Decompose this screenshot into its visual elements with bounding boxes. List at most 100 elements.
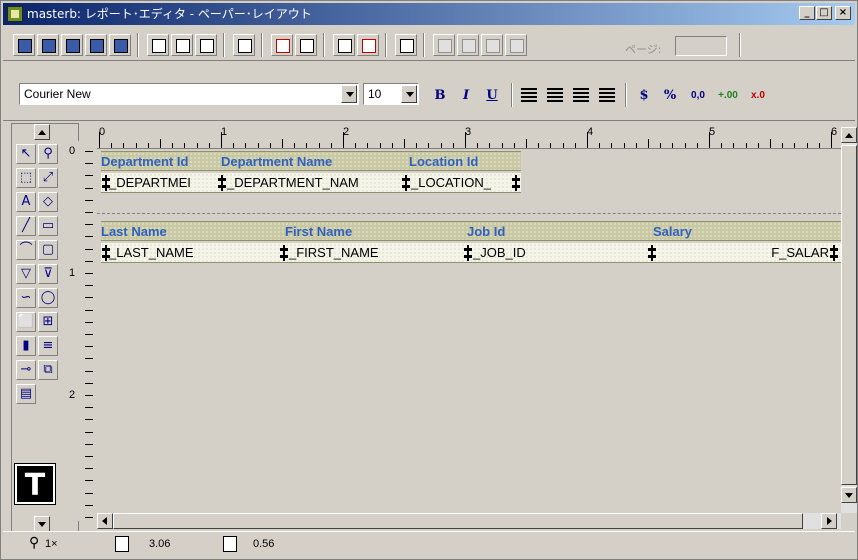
master-field-band[interactable]: _DEPARTMEI _DEPARTMENT_NAM _LOCATION_ <box>101 173 521 193</box>
frame-tool-icon[interactable]: ⬜ <box>16 312 36 332</box>
font-name-select[interactable]: Courier New <box>19 83 359 105</box>
title-bar[interactable]: masterb: レポート･エディタ - ペーパー･レイアウト _ □ × <box>3 3 855 25</box>
label-department-id[interactable]: Department Id <box>101 152 188 172</box>
master-header-band[interactable]: Department Id Department Name Location I… <box>101 151 521 171</box>
freehand-tool-icon[interactable]: ∽ <box>16 288 36 308</box>
rotate-tool-icon[interactable]: ⤢ <box>38 168 58 188</box>
page-number-input[interactable] <box>675 36 727 56</box>
minimize-button[interactable]: _ <box>799 6 815 20</box>
margin-icon[interactable] <box>233 34 255 56</box>
align-center-icon[interactable] <box>547 88 563 103</box>
scroll-thumb[interactable] <box>113 513 803 529</box>
resize-handle-icon[interactable] <box>217 175 227 191</box>
palette-scroll-down[interactable] <box>34 516 50 532</box>
web-source-icon[interactable] <box>37 34 59 56</box>
first-page-icon[interactable] <box>433 34 455 56</box>
polygon-tool-icon[interactable]: ▽ <box>16 264 36 284</box>
justify-icon[interactable] <box>599 88 615 103</box>
label-salary[interactable]: Salary <box>653 222 692 242</box>
scroll-thumb[interactable] <box>841 145 857 485</box>
link-tool-icon[interactable]: ⊸ <box>16 360 36 380</box>
select-tool-icon[interactable]: ↖ <box>16 144 36 164</box>
field-department-id[interactable]: _DEPARTMEI <box>109 173 191 193</box>
field-salary[interactable]: F_SALAR <box>771 243 829 263</box>
underline-button[interactable]: U <box>481 85 503 107</box>
reshape-tool-icon[interactable]: ◇ <box>38 192 58 212</box>
scroll-down-button[interactable] <box>841 487 857 503</box>
remove-decimal-button[interactable]: x.0 <box>747 85 769 107</box>
flex-mode-icon[interactable] <box>295 34 317 56</box>
button-tool-icon[interactable]: ▤ <box>16 384 36 404</box>
previous-page-icon[interactable] <box>457 34 479 56</box>
text-format-icon[interactable]: T <box>14 463 56 505</box>
close-button[interactable]: × <box>835 6 851 20</box>
text-tool-icon[interactable]: A <box>16 192 36 212</box>
align-left-icon[interactable] <box>521 88 537 103</box>
rectangle-tool-icon[interactable]: ▭ <box>38 216 58 236</box>
chevron-down-icon[interactable] <box>401 85 417 103</box>
next-page-icon[interactable] <box>481 34 503 56</box>
detail-header-band[interactable]: Last Name First Name Job Id Salary <box>101 221 841 241</box>
font-size-select[interactable]: 10 <box>363 83 419 105</box>
scroll-left-button[interactable] <box>97 513 113 529</box>
field-first-name[interactable]: _FIRST_NAME <box>289 243 379 263</box>
label-first-name[interactable]: First Name <box>285 222 352 242</box>
palette-scroll-up[interactable] <box>34 124 50 140</box>
vertical-scrollbar[interactable] <box>841 127 857 513</box>
field-department-name[interactable]: _DEPARTMENT_NAM <box>227 173 359 193</box>
confine-mode-icon[interactable] <box>271 34 293 56</box>
scroll-right-button[interactable] <box>821 513 837 529</box>
currency-button[interactable]: $ <box>633 85 655 107</box>
align-objects-icon[interactable] <box>395 34 417 56</box>
resize-handle-icon[interactable] <box>463 245 473 261</box>
last-page-icon[interactable] <box>505 34 527 56</box>
select-parent-frame-icon[interactable] <box>333 34 355 56</box>
chart-tool-icon[interactable]: ▮ <box>16 336 36 356</box>
resize-handle-icon[interactable] <box>829 245 839 261</box>
percent-button[interactable]: % <box>659 85 681 107</box>
polyline-tool-icon[interactable]: ⊽ <box>38 264 58 284</box>
app-icon[interactable] <box>7 6 23 22</box>
label-last-name[interactable]: Last Name <box>101 222 167 242</box>
add-decimal-button[interactable]: +.00 <box>717 85 739 107</box>
resize-handle-icon[interactable] <box>511 175 521 191</box>
header-section-icon[interactable] <box>147 34 169 56</box>
ruler-tick <box>221 132 222 148</box>
main-section-icon[interactable] <box>171 34 193 56</box>
resize-handle-icon[interactable] <box>401 175 411 191</box>
align-right-icon[interactable] <box>573 88 589 103</box>
data-model-icon[interactable] <box>13 34 35 56</box>
field-tool-icon[interactable]: ≡ <box>38 336 58 356</box>
paper-design-icon[interactable] <box>85 34 107 56</box>
bold-button[interactable]: B <box>429 85 451 107</box>
italic-button[interactable]: I <box>455 85 477 107</box>
line-tool-icon[interactable]: ╱ <box>16 216 36 236</box>
parameter-form-icon[interactable] <box>109 34 131 56</box>
rounded-rectangle-tool-icon[interactable]: ▢ <box>38 240 58 260</box>
resize-handle-icon[interactable] <box>647 245 657 261</box>
ellipse-tool-icon[interactable]: ◯ <box>38 288 58 308</box>
detail-field-band[interactable]: _LAST_NAME _FIRST_NAME _JOB_ID F_SALAR <box>101 243 841 263</box>
arc-tool-icon[interactable]: ⌒ <box>16 240 36 260</box>
label-location-id[interactable]: Location Id <box>409 152 478 172</box>
paper-layout-icon[interactable] <box>61 34 83 56</box>
label-job-id[interactable]: Job Id <box>467 222 505 242</box>
field-last-name[interactable]: _LAST_NAME <box>109 243 194 263</box>
chevron-down-icon[interactable] <box>341 85 357 103</box>
magnify-tool-icon[interactable]: ⚲ <box>38 144 58 164</box>
layout-canvas[interactable]: Department Id Department Name Location I… <box>97 149 841 513</box>
comma-button[interactable]: 0,0 <box>687 85 709 107</box>
horizontal-scrollbar[interactable] <box>97 513 841 529</box>
field-location-id[interactable]: _LOCATION_ <box>411 173 491 193</box>
ruler-tick <box>757 143 759 148</box>
ole-object-tool-icon[interactable]: ⧉ <box>38 360 58 380</box>
maximize-button[interactable]: □ <box>816 6 832 20</box>
trailer-section-icon[interactable] <box>195 34 217 56</box>
group-frame-icon[interactable] <box>357 34 379 56</box>
resize-handle-icon[interactable] <box>279 245 289 261</box>
repeating-frame-tool-icon[interactable]: ⊞ <box>38 312 58 332</box>
frame-select-tool-icon[interactable]: ⬚ <box>16 168 36 188</box>
field-job-id[interactable]: _JOB_ID <box>473 243 526 263</box>
label-department-name[interactable]: Department Name <box>221 152 332 172</box>
scroll-up-button[interactable] <box>841 127 857 143</box>
